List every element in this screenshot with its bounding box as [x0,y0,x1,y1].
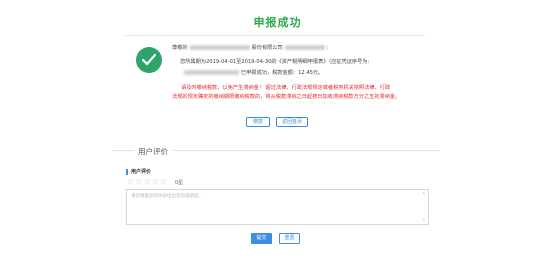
section-divider-right [172,150,440,151]
success-check-icon [136,47,162,73]
star-icon[interactable]: ☆ [135,177,143,186]
redacted-serial-number [184,70,239,75]
star-icon[interactable]: ☆ [127,177,135,186]
section-title: 用户评价 [138,147,168,156]
warning-text-2: 法规的规定确定的缴纳期限缴纳税款的，将从税款滞纳之日起按日加收滞纳税款万分之五的… [172,94,401,100]
rating-stars[interactable]: ☆☆☆☆☆ [127,177,168,186]
redacted-taxpayer-id [284,45,325,50]
rating-score: 0星 [175,180,184,186]
declaration-line: 您所属期为2019-04-01至2019-04-30的《资产税明细申报表》（应征… [180,59,370,65]
scroll-up-icon[interactable]: ⌃ [422,192,426,198]
comment-textarea[interactable]: 请您根据您的体验给出您的满意度… ⌃ ⌄ [126,189,429,225]
star-icon[interactable]: ☆ [160,177,168,186]
declaration-result-line: 已申报成功，税款金额：12.45元。 [172,69,442,77]
return-home-button[interactable]: 返回首页 [276,117,308,127]
reset-button[interactable]: 重置 [279,233,300,244]
pay-button[interactable]: 缴款 [246,117,270,127]
rating-label: 用户评价 [126,169,151,175]
title-divider [125,35,425,36]
redacted-company-name [189,45,250,50]
page-title: 申报成功 [253,16,302,29]
star-icon[interactable]: ☆ [152,177,160,186]
star-icon[interactable]: ☆ [143,177,151,186]
comment-placeholder: 请您根据您的体验给出您的满意度… [131,194,203,199]
greeting-line: 尊敬的 股份有限公司: [172,45,329,51]
submit-button[interactable]: 提交 [251,233,272,244]
section-divider-left [112,150,134,151]
warning-text-1: 请及时缴纳税款，以免产生滞纳金！ 超过法律、行政法规规定或者税务机关依照法律、行… [181,85,391,91]
scroll-down-icon[interactable]: ⌄ [422,216,426,222]
